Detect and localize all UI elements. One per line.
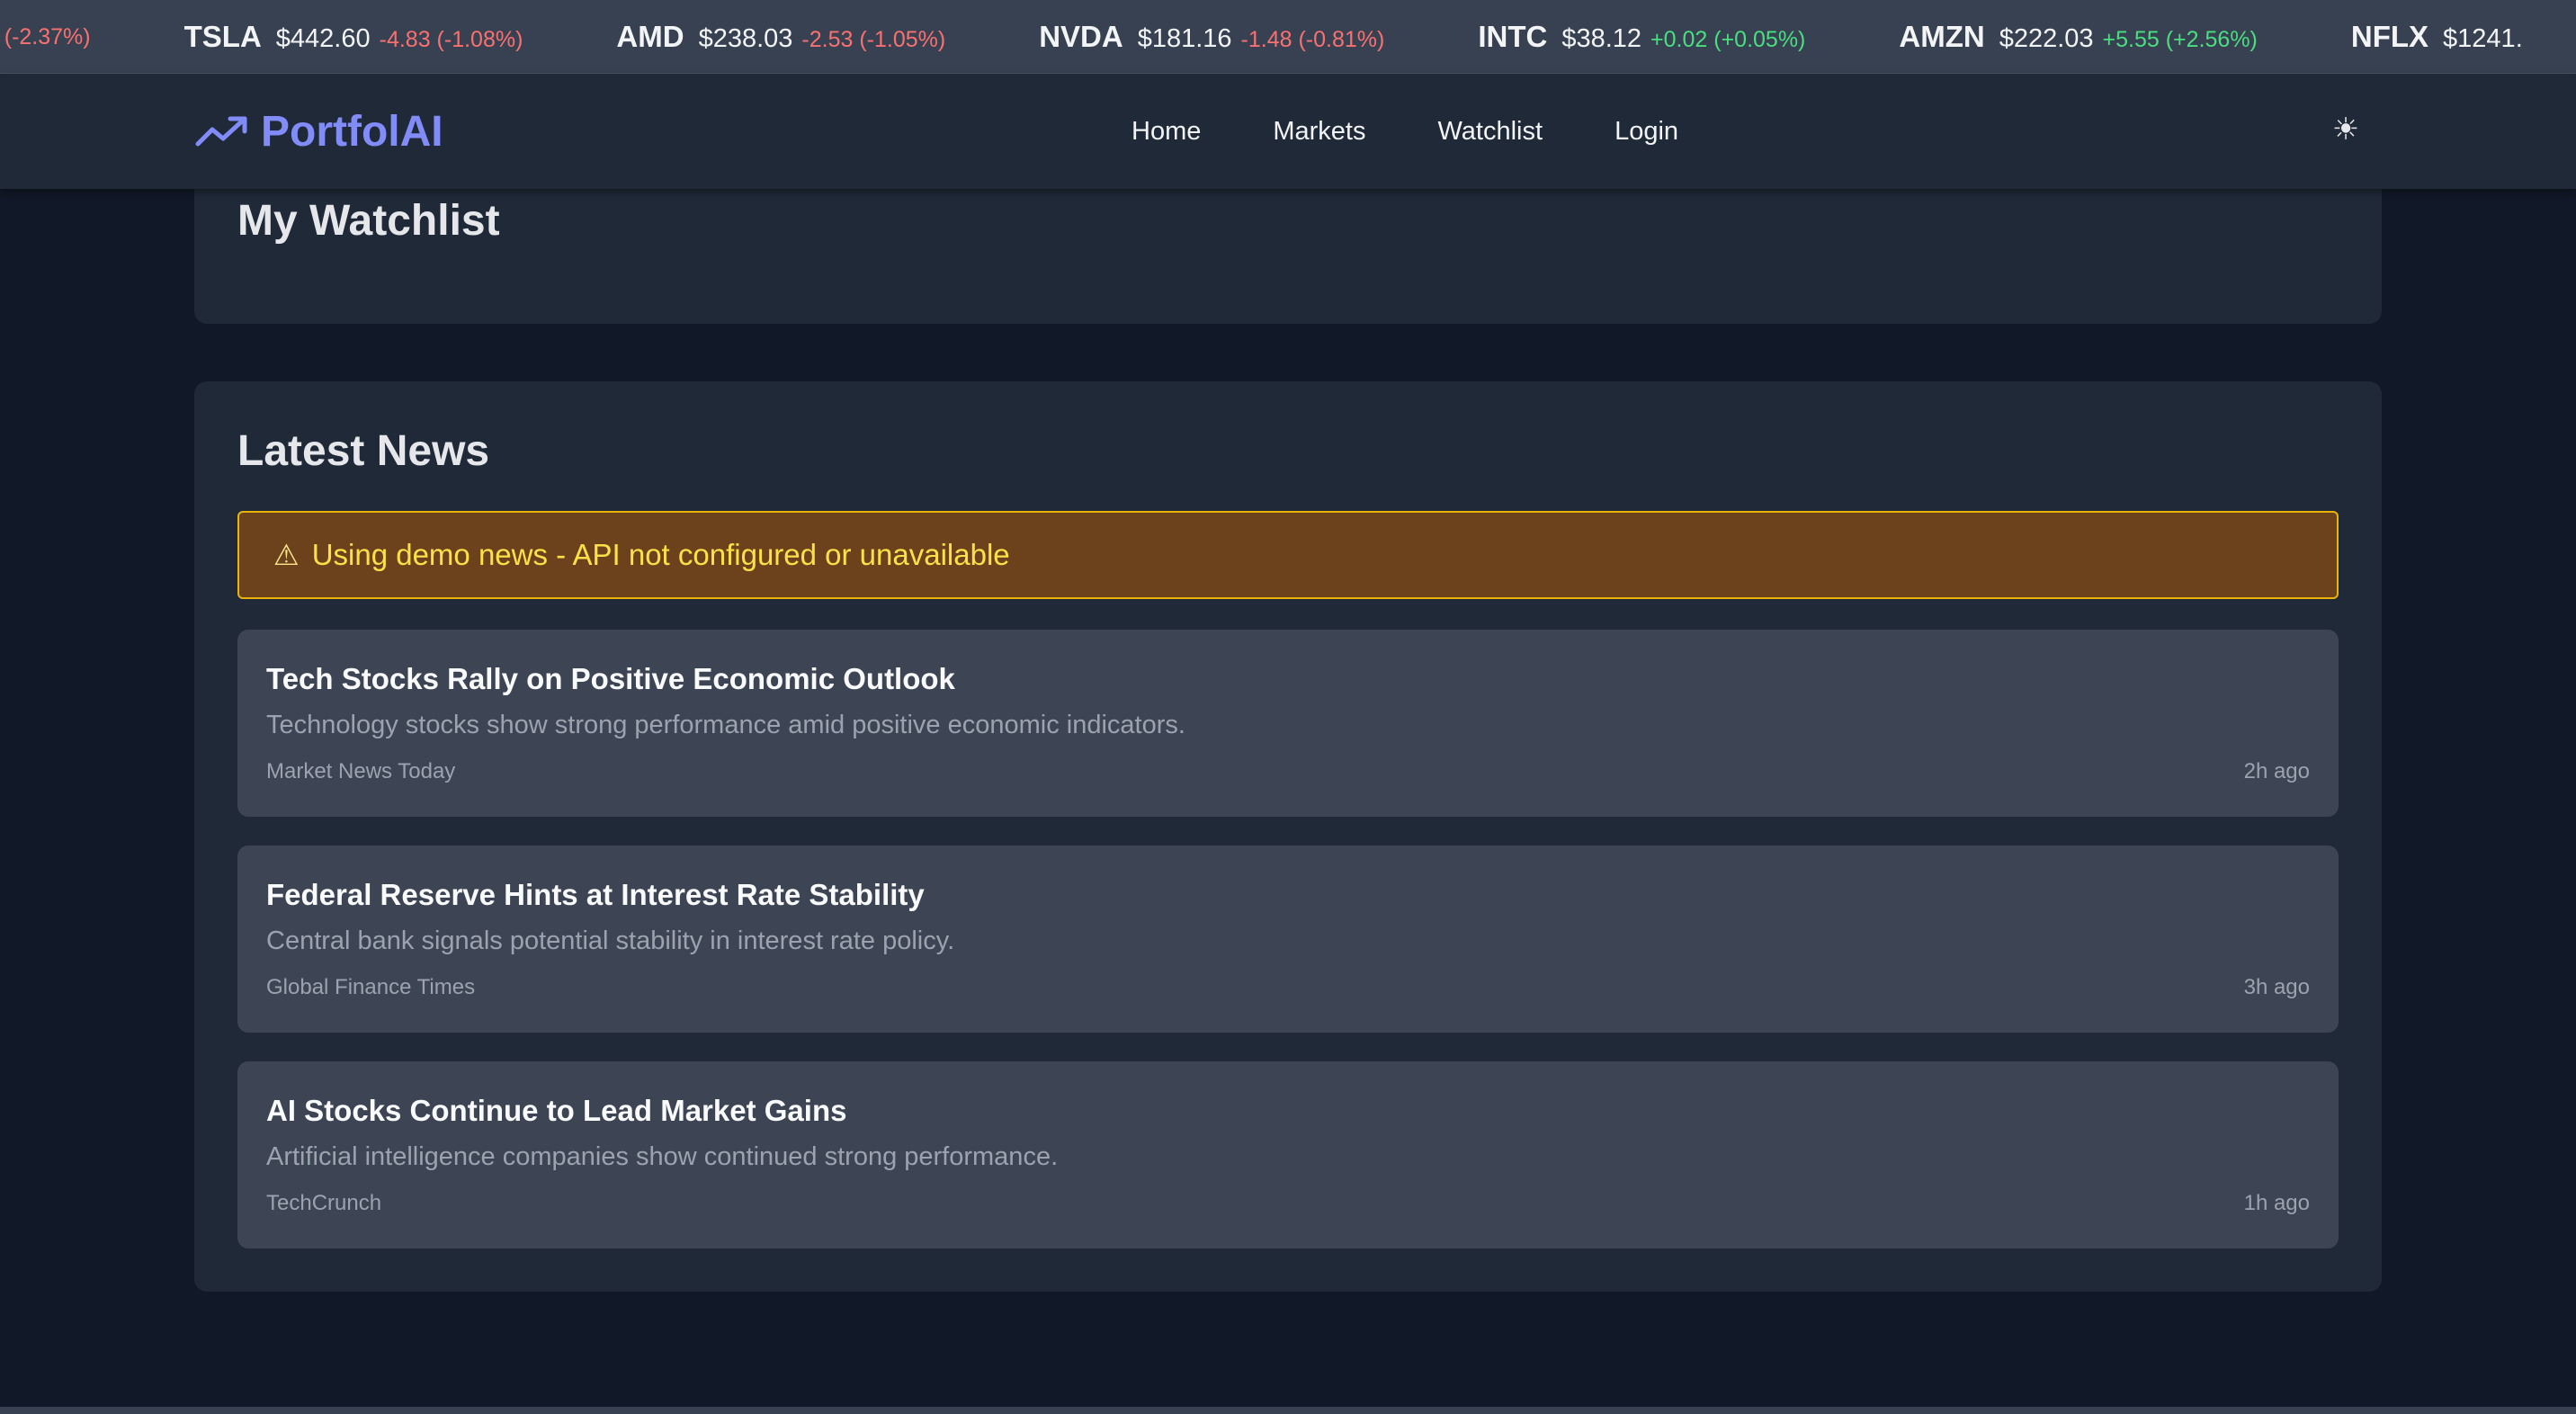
news-item-source: Market News Today <box>266 759 456 783</box>
news-item-title: Federal Reserve Hints at Interest Rate S… <box>266 878 925 911</box>
news-item-title: Tech Stocks Rally on Positive Economic O… <box>266 662 955 695</box>
ticker-item-nflx[interactable]: NFLX $1241. <box>2351 20 2532 54</box>
ticker-symbol: NVDA <box>1039 20 1123 53</box>
ticker-price: $1241. <box>2443 24 2523 53</box>
ticker-change: -4.83 (-1.08%) <box>379 27 523 52</box>
news-item[interactable]: AI Stocks Continue to Lead Market Gains … <box>237 1061 2339 1248</box>
main-nav: Home Markets Watchlist Login <box>1131 106 1678 157</box>
ticker-track: 09 (-2.37%) TSLA $442.60 -4.83 (-1.08%) … <box>0 0 2576 73</box>
demo-news-alert: ⚠ Using demo news - API not configured o… <box>237 511 2339 599</box>
ticker-symbol: AMZN <box>1899 20 1985 53</box>
news-item-description: Artificial intelligence companies show c… <box>266 1142 1059 1171</box>
nav-login[interactable]: Login <box>1614 117 1678 147</box>
ticker-symbol: INTC <box>1478 20 1548 53</box>
page-bottom-border <box>0 1407 2576 1414</box>
ticker-price: $38.12 <box>1561 24 1642 53</box>
ticker-symbol: NFLX <box>2350 20 2429 53</box>
ticker-item-intc[interactable]: INTC $38.12 +0.02 (+0.05%) <box>1478 20 1805 54</box>
stock-ticker: 09 (-2.37%) TSLA $442.60 -4.83 (-1.08%) … <box>0 0 2576 74</box>
ticker-item-tsla[interactable]: TSLA $442.60 -4.83 (-1.08%) <box>184 20 523 54</box>
trending-up-icon <box>195 116 247 147</box>
nav-markets[interactable]: Markets <box>1273 117 1365 147</box>
sun-icon: ☀ <box>2331 112 2360 147</box>
ticker-price: $222.03 <box>1999 24 2094 53</box>
news-item[interactable]: Federal Reserve Hints at Interest Rate S… <box>237 846 2339 1033</box>
ticker-partial-change: 09 (-2.37%) <box>0 23 91 49</box>
ticker-item-amd[interactable]: AMD $238.03 -2.53 (-1.05%) <box>616 20 945 54</box>
alert-message: Using demo news - API not configured or … <box>311 538 1010 571</box>
watchlist-card: My Watchlist <box>194 171 2382 324</box>
news-card: Latest News ⚠ Using demo news - API not … <box>194 381 2382 1292</box>
top-navbar: PortfolAI Home Markets Watchlist Login ☀ <box>0 74 2576 189</box>
theme-toggle-button[interactable]: ☀ <box>2328 112 2364 148</box>
ticker-price: $181.16 <box>1137 24 1232 53</box>
news-item-source: Global Finance Times <box>266 975 476 999</box>
news-item-source: TechCrunch <box>266 1191 382 1215</box>
news-item-title: AI Stocks Continue to Lead Market Gains <box>266 1094 847 1127</box>
nav-watchlist[interactable]: Watchlist <box>1438 117 1543 147</box>
brand-logo-link[interactable]: PortfolAI <box>194 101 443 162</box>
news-item-time: 3h ago <box>2243 975 2310 999</box>
ticker-item-nvda[interactable]: NVDA $181.16 -1.48 (-0.81%) <box>1039 20 1384 54</box>
ticker-change: +5.55 (+2.56%) <box>2102 27 2258 52</box>
news-title: Latest News <box>237 427 490 475</box>
watchlist-title: My Watchlist <box>237 197 500 245</box>
ticker-change: +0.02 (+0.05%) <box>1650 27 1806 52</box>
ticker-symbol: TSLA <box>183 20 262 53</box>
ticker-symbol: AMD <box>616 20 684 53</box>
ticker-change: -2.53 (-1.05%) <box>801 27 946 52</box>
ticker-change: -1.48 (-0.81%) <box>1240 27 1385 52</box>
news-item-description: Technology stocks show strong performanc… <box>266 711 1185 739</box>
nav-home[interactable]: Home <box>1131 117 1201 147</box>
brand-name: PortfolAI <box>261 107 443 156</box>
news-item-time: 1h ago <box>2243 1191 2310 1215</box>
news-item-time: 2h ago <box>2243 759 2310 783</box>
ticker-item-amzn[interactable]: AMZN $222.03 +5.55 (+2.56%) <box>1899 20 2257 54</box>
ticker-price: $442.60 <box>275 24 371 53</box>
news-item[interactable]: Tech Stocks Rally on Positive Economic O… <box>237 630 2339 817</box>
warning-icon: ⚠ <box>273 539 300 571</box>
news-item-description: Central bank signals potential stability… <box>266 926 955 955</box>
ticker-price: $238.03 <box>698 24 793 53</box>
